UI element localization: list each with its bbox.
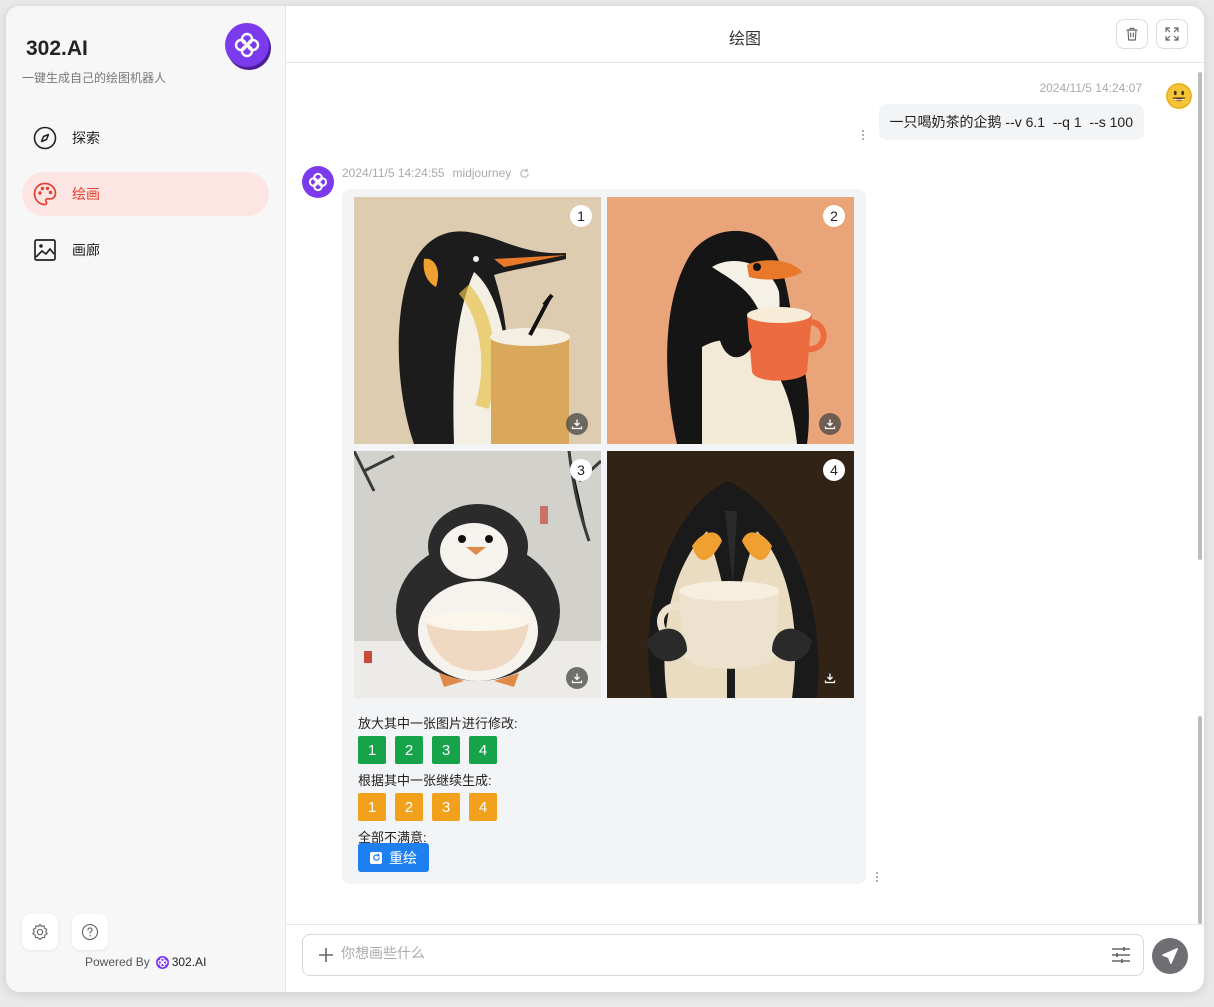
variation-label: 根据其中一张继续生成: bbox=[358, 773, 492, 788]
reroll-button-label: 重绘 bbox=[389, 849, 417, 866]
upscale-button-2[interactable]: 2 bbox=[395, 736, 423, 764]
download-icon[interactable] bbox=[819, 667, 841, 689]
powered-by-brand[interactable]: 302.AI bbox=[155, 955, 207, 969]
sidebar-item-draw[interactable]: 绘画 bbox=[22, 172, 269, 216]
composer bbox=[286, 924, 1204, 992]
sidebar-nav: 探索 绘画 画廊 bbox=[22, 116, 269, 284]
sidebar-bottom-actions bbox=[22, 914, 108, 950]
variation-button-row: 1 2 3 4 bbox=[358, 793, 497, 821]
powered-by: Powered By 302.AI bbox=[85, 955, 206, 969]
image-number-badge: 2 bbox=[823, 205, 845, 227]
variation-button-3[interactable]: 3 bbox=[432, 793, 460, 821]
result-image-1[interactable]: 1 bbox=[354, 197, 601, 444]
download-icon[interactable] bbox=[566, 667, 588, 689]
image-number-badge: 1 bbox=[570, 205, 592, 227]
powered-by-brand-text: 302.AI bbox=[171, 955, 207, 969]
download-icon[interactable] bbox=[819, 413, 841, 435]
sidebar-item-explore[interactable]: 探索 bbox=[22, 116, 269, 160]
brand-title: 302.AI bbox=[26, 37, 88, 60]
upscale-button-3[interactable]: 3 bbox=[432, 736, 460, 764]
image-icon bbox=[32, 237, 58, 263]
upscale-button-4[interactable]: 4 bbox=[469, 736, 497, 764]
bot-message-more-icon[interactable] bbox=[875, 872, 879, 882]
variation-button-4[interactable]: 4 bbox=[469, 793, 497, 821]
page-title: 绘图 bbox=[728, 31, 761, 48]
app-window: 302.AI 一键生成自己的绘图机器人 探索 绘画 画廊 Powered By … bbox=[6, 6, 1204, 992]
send-button[interactable] bbox=[1152, 938, 1188, 974]
help-icon bbox=[81, 923, 99, 941]
clear-chat-button[interactable] bbox=[1116, 19, 1148, 49]
user-message-time: 2024/11/5 14:24:07 bbox=[1039, 81, 1142, 95]
brand-subtitle: 一键生成自己的绘图机器人 bbox=[22, 71, 167, 85]
brand-logo-icon bbox=[225, 23, 269, 67]
model-name: midjourney bbox=[452, 166, 512, 180]
refresh-icon[interactable] bbox=[519, 168, 530, 179]
upscale-label: 放大其中一张图片进行修改: bbox=[358, 716, 518, 731]
plus-icon[interactable] bbox=[317, 946, 335, 964]
bot-message-meta: 2024/11/5 14:24:55 midjourney bbox=[342, 166, 530, 180]
powered-by-prefix: Powered By bbox=[85, 955, 150, 969]
sidebar-item-label: 画廊 bbox=[72, 242, 100, 258]
scrollbar[interactable] bbox=[1198, 72, 1202, 560]
reroll-button[interactable]: 重绘 bbox=[358, 843, 429, 872]
image-number-badge: 3 bbox=[570, 459, 592, 481]
prompt-input[interactable] bbox=[341, 945, 1041, 961]
download-icon[interactable] bbox=[566, 413, 588, 435]
result-image-4[interactable]: 4 bbox=[607, 451, 854, 698]
palette-icon bbox=[32, 181, 58, 207]
upscale-button-row: 1 2 3 4 bbox=[358, 736, 497, 764]
user-message-bubble: 一只喝奶茶的企鹅 --v 6.1 --q 1 --s 100 bbox=[878, 104, 1144, 140]
sidebar: 302.AI 一键生成自己的绘图机器人 探索 绘画 画廊 Powered By … bbox=[6, 6, 286, 992]
bot-avatar bbox=[302, 166, 334, 198]
result-image-3[interactable]: 3 bbox=[354, 451, 601, 698]
image-number-badge: 4 bbox=[823, 459, 845, 481]
variation-button-2[interactable]: 2 bbox=[395, 793, 423, 821]
header: 绘图 bbox=[286, 6, 1204, 63]
scrollbar-lower[interactable] bbox=[1198, 716, 1202, 924]
result-image-2[interactable]: 2 bbox=[607, 197, 854, 444]
bot-message-time: 2024/11/5 14:24:55 bbox=[342, 166, 445, 180]
sidebar-item-label: 绘画 bbox=[72, 186, 100, 202]
fullscreen-button[interactable] bbox=[1156, 19, 1188, 49]
user-message-more-icon[interactable] bbox=[861, 130, 865, 140]
brand-logo-icon bbox=[308, 172, 328, 192]
prompt-box bbox=[302, 934, 1144, 976]
refresh-icon bbox=[370, 851, 382, 864]
brand-logo-icon bbox=[155, 955, 169, 969]
sidebar-item-label: 探索 bbox=[72, 130, 100, 146]
variation-button-1[interactable]: 1 bbox=[358, 793, 386, 821]
sidebar-item-gallery[interactable]: 画廊 bbox=[22, 228, 269, 272]
compass-icon bbox=[32, 125, 58, 151]
settings-button[interactable] bbox=[22, 914, 58, 950]
help-button[interactable] bbox=[72, 914, 108, 950]
gear-icon bbox=[32, 923, 48, 941]
upscale-button-1[interactable]: 1 bbox=[358, 736, 386, 764]
settings-sliders-icon[interactable] bbox=[1111, 946, 1131, 964]
main-panel: 绘图 2024/11/5 14:24:07 一只喝奶茶的企鹅 --v 6.1 -… bbox=[286, 6, 1204, 992]
fullscreen-icon bbox=[1165, 27, 1179, 41]
trash-icon bbox=[1126, 27, 1138, 41]
smiley-emoji-icon bbox=[1166, 83, 1192, 109]
bot-message-card: 1 2 3 4 放大其中一张图片进行修改: 1 2 3 4 根据其中一张继续生成… bbox=[342, 189, 866, 884]
send-icon bbox=[1162, 948, 1178, 964]
